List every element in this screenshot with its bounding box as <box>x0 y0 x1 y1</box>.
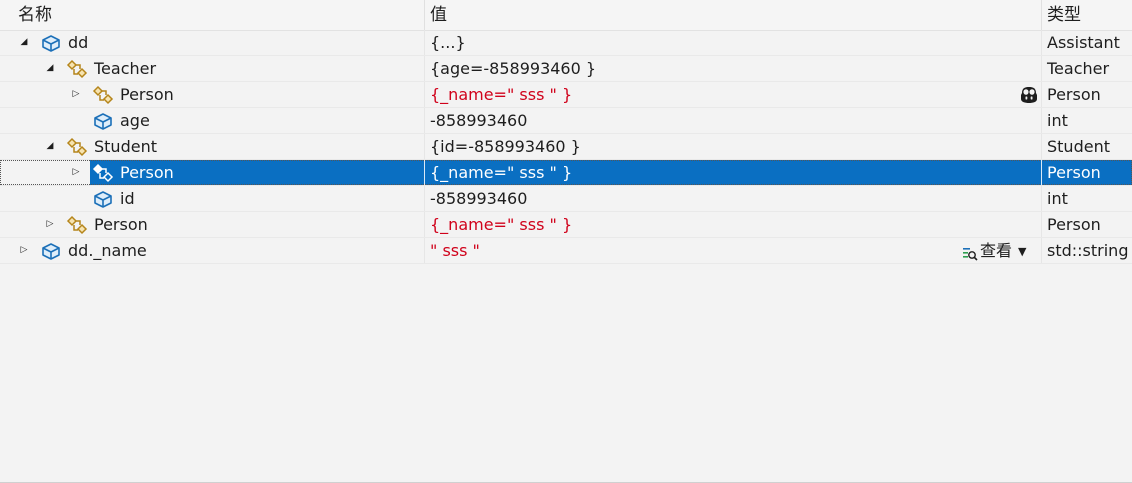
variable-value[interactable]: {_name=" sss " } <box>430 160 572 185</box>
base-class-icon <box>92 162 114 184</box>
base-class-icon <box>66 214 88 236</box>
collapse-arrow-icon[interactable]: ◢ <box>44 134 56 159</box>
tree-row-teacher[interactable]: ◢ Teacher {age=-858993460 } Teacher <box>0 56 1132 82</box>
view-button-label: 查看 <box>980 241 1013 260</box>
tree-row-student-person-selected[interactable]: ▷ Person {_name=" sss " } Person <box>0 160 1132 186</box>
base-class-icon <box>66 58 88 80</box>
variable-name: dd._name <box>68 241 147 260</box>
value-column-header[interactable]: 值 <box>430 0 447 30</box>
column-divider <box>424 238 425 263</box>
dropdown-caret-icon[interactable]: ▼ <box>1018 239 1026 264</box>
variable-value[interactable]: {_name=" sss " } <box>430 82 572 107</box>
variable-name: Student <box>94 137 157 156</box>
variable-name: Teacher <box>94 59 157 78</box>
copilot-icon[interactable] <box>1018 85 1040 105</box>
variable-value[interactable]: -858993460 <box>430 108 527 133</box>
variable-value[interactable]: " sss " <box>430 238 480 263</box>
column-divider <box>1041 238 1042 263</box>
variable-type: Person <box>1047 163 1101 182</box>
variable-value[interactable]: {id=-858993460 } <box>430 134 581 159</box>
column-divider <box>424 212 425 237</box>
column-divider <box>424 134 425 159</box>
expand-arrow-icon[interactable]: ▷ <box>18 238 30 263</box>
column-divider <box>424 108 425 133</box>
expand-arrow-icon[interactable]: ▷ <box>70 160 82 185</box>
column-divider <box>1041 56 1042 81</box>
variable-type: Student <box>1047 137 1110 156</box>
variable-name: age <box>120 111 150 130</box>
field-cube-icon <box>92 110 114 132</box>
tree-row-dd-name[interactable]: ▷ dd._name " sss " 查看 ▼ std::string <box>0 238 1132 264</box>
column-divider <box>424 56 425 81</box>
tree-row-dd[interactable]: ◢ dd {...} Assistant <box>0 30 1132 56</box>
column-divider <box>1041 186 1042 211</box>
variable-type: int <box>1047 111 1068 130</box>
variable-cube-icon <box>40 240 62 262</box>
variable-name: Person <box>94 215 148 234</box>
expand-arrow-icon[interactable]: ▷ <box>70 82 82 107</box>
column-divider[interactable] <box>424 0 425 30</box>
column-divider <box>424 30 425 55</box>
empty-watch-area[interactable] <box>0 264 1132 482</box>
variable-value[interactable]: -858993460 <box>430 186 527 211</box>
tree-row-teacher-person[interactable]: ▷ Person {_name=" sss " } Person <box>0 82 1132 108</box>
tree-row-person[interactable]: ▷ Person {_name=" sss " } Person <box>0 212 1132 238</box>
tree-row-id[interactable]: id -858993460 int <box>0 186 1132 212</box>
column-divider <box>1041 160 1042 185</box>
column-divider <box>424 82 425 107</box>
variable-value[interactable]: {_name=" sss " } <box>430 212 572 237</box>
variable-type: int <box>1047 189 1068 208</box>
variable-type: Person <box>1047 215 1101 234</box>
magnifier-visualizer-icon <box>962 244 978 261</box>
variable-type: Assistant <box>1047 33 1120 52</box>
column-divider <box>424 186 425 211</box>
column-divider <box>1041 108 1042 133</box>
variable-type: std::string <box>1047 241 1129 260</box>
base-class-icon <box>66 136 88 158</box>
watch-window: 名称 值 类型 ◢ dd {...} Assistant ◢ Teacher {… <box>0 0 1132 483</box>
column-divider <box>1041 30 1042 55</box>
column-header: 名称 值 类型 <box>0 0 1132 31</box>
expand-arrow-icon[interactable]: ▷ <box>44 212 56 237</box>
name-column-header[interactable]: 名称 <box>18 0 52 30</box>
column-divider <box>1041 134 1042 159</box>
variable-name: Person <box>120 85 174 104</box>
collapse-arrow-icon[interactable]: ◢ <box>18 30 30 55</box>
tree-row-student[interactable]: ◢ Student {id=-858993460 } Student <box>0 134 1132 160</box>
base-class-icon <box>92 84 114 106</box>
variable-name: id <box>120 189 135 208</box>
variable-type: Person <box>1047 85 1101 104</box>
variable-name: dd <box>68 33 89 52</box>
view-visualizer-button[interactable]: 查看 ▼ <box>962 238 1026 263</box>
variable-type: Teacher <box>1047 59 1110 78</box>
variable-cube-icon <box>40 32 62 54</box>
field-cube-icon <box>92 188 114 210</box>
variable-name: Person <box>120 163 174 182</box>
variable-value[interactable]: {...} <box>430 30 466 55</box>
tree-row-age[interactable]: age -858993460 int <box>0 108 1132 134</box>
column-divider <box>1041 82 1042 107</box>
column-divider <box>424 160 425 185</box>
column-divider[interactable] <box>1041 0 1042 30</box>
collapse-arrow-icon[interactable]: ◢ <box>44 56 56 81</box>
column-divider <box>1041 212 1042 237</box>
type-column-header[interactable]: 类型 <box>1047 0 1081 30</box>
variable-value[interactable]: {age=-858993460 } <box>430 56 596 81</box>
